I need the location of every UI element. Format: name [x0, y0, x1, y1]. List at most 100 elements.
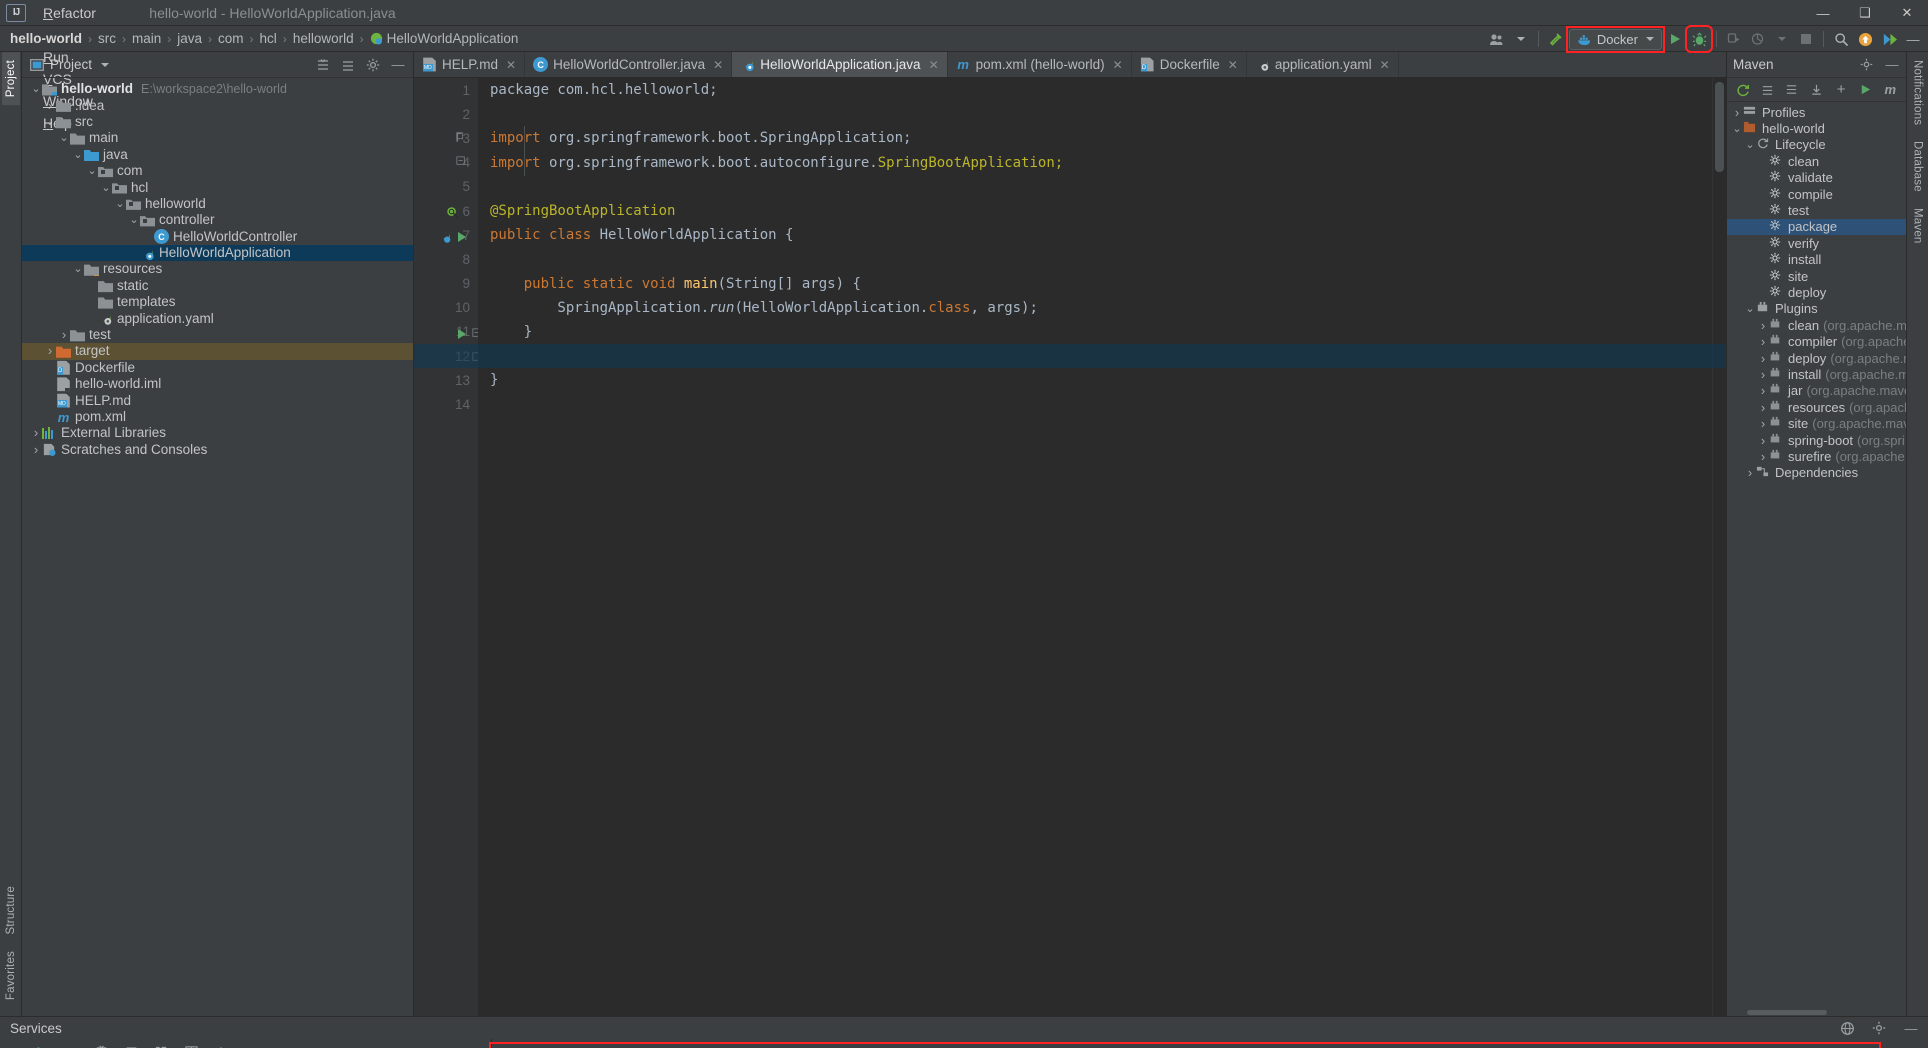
chevron-down-icon[interactable]: [1510, 28, 1532, 50]
maven-item-site[interactable]: ›site(org.apache.mave: [1727, 415, 1906, 431]
tree-item-controller[interactable]: ⌄controller: [22, 212, 413, 228]
tree-item-helloworldapplication[interactable]: HelloWorldApplication: [22, 245, 413, 261]
breadcrumb-item-src[interactable]: src: [98, 31, 116, 46]
chevron-down-icon[interactable]: ⌄: [86, 168, 98, 174]
chevron-right-icon[interactable]: ›: [1757, 318, 1769, 333]
search-icon[interactable]: [1830, 28, 1852, 50]
maven-item-clean[interactable]: clean: [1727, 153, 1906, 169]
project-tree[interactable]: ⌄hello-worldE:\workspace2\hello-world›.i…: [22, 78, 413, 1016]
hide-panel-icon[interactable]: —: [1900, 1017, 1922, 1039]
chevron-right-icon[interactable]: ›: [30, 442, 42, 458]
collapse-all-icon[interactable]: [1758, 79, 1778, 101]
chevron-right-icon[interactable]: ›: [1744, 465, 1756, 480]
code-line[interactable]: [490, 247, 1712, 271]
tree-item-templates[interactable]: templates: [22, 294, 413, 310]
maven-item-profiles[interactable]: ›Profiles: [1727, 104, 1906, 120]
maven-item-resources[interactable]: ›resources(org.apach: [1727, 399, 1906, 415]
close-button[interactable]: ✕: [1886, 0, 1928, 26]
chevron-right-icon[interactable]: ›: [1757, 383, 1769, 398]
maven-item-install[interactable]: ›install(org.apache.ma: [1727, 366, 1906, 382]
editor-gutter[interactable]: 1234567891011121314: [414, 78, 478, 1016]
scrollbar-thumb[interactable]: [1715, 82, 1724, 172]
code-line[interactable]: package com.hcl.helloworld;: [490, 78, 1712, 102]
close-icon[interactable]: ✕: [929, 58, 939, 72]
maximize-button[interactable]: ❑: [1844, 0, 1886, 26]
expand-all-icon[interactable]: [312, 54, 334, 76]
chevron-right-icon[interactable]: ›: [30, 425, 42, 441]
chevron-down-icon-2[interactable]: [1771, 28, 1793, 50]
maven-item-compiler[interactable]: ›compiler(org.apache: [1727, 333, 1906, 349]
maven-m-icon[interactable]: m: [1880, 79, 1900, 101]
chevron-right-icon[interactable]: ›: [1757, 433, 1769, 448]
editor-tab-dockerfile[interactable]: DDockerfile✕: [1132, 52, 1247, 77]
tree-item-scratches-and-consoles[interactable]: ›Scratches and Consoles: [22, 442, 413, 458]
sidebar-item-notifications[interactable]: Notifications: [1909, 52, 1927, 133]
code-line[interactable]: public static void main(String[] args) {: [490, 272, 1712, 296]
maven-item-test[interactable]: test: [1727, 202, 1906, 218]
maven-item-deploy[interactable]: ›deploy(org.apache.m: [1727, 350, 1906, 366]
minimize-button[interactable]: —: [1802, 0, 1844, 26]
editor-tab-application-yaml[interactable]: application.yaml✕: [1247, 52, 1399, 77]
settings-globe-icon[interactable]: [1836, 1017, 1858, 1039]
rerun-icon[interactable]: [1723, 28, 1745, 50]
tree-item-help-md[interactable]: MDHELP.md: [22, 392, 413, 408]
maven-tree[interactable]: ›Profiles⌄hello-world⌄Lifecyclecleanvali…: [1727, 102, 1906, 1008]
chevron-right-icon[interactable]: ›: [1731, 105, 1743, 120]
editor-scrollbar[interactable]: [1712, 78, 1726, 1016]
sidebar-item-favorites[interactable]: Favorites: [2, 943, 20, 1008]
hide-panel-icon[interactable]: —: [1881, 54, 1903, 76]
run-configuration-selector[interactable]: Docker: [1569, 29, 1662, 50]
tree-item-test[interactable]: ›test: [22, 327, 413, 343]
maven-item-hello-world[interactable]: ⌄hello-world: [1727, 120, 1906, 136]
chevron-right-icon[interactable]: ›: [1757, 400, 1769, 415]
chevron-down-icon[interactable]: ⌄: [100, 185, 112, 191]
hide-panel-icon[interactable]: —: [387, 54, 409, 76]
sidebar-item-maven[interactable]: Maven: [1909, 200, 1927, 252]
run-gutter-icon-9[interactable]: [456, 328, 468, 343]
tree-item-external-libraries[interactable]: ›External Libraries: [22, 425, 413, 441]
filter-icon[interactable]: [120, 1040, 142, 1048]
editor-tab-help-md[interactable]: MDHELP.md✕: [414, 52, 525, 77]
user-icon[interactable]: [1486, 28, 1508, 50]
tree-item-target[interactable]: ›target: [22, 343, 413, 359]
chevron-right-icon[interactable]: ›: [1757, 367, 1769, 382]
close-icon[interactable]: ✕: [506, 58, 516, 72]
maven-item-site[interactable]: site: [1727, 268, 1906, 284]
hammer-icon[interactable]: [1545, 28, 1567, 50]
maven-item-plugins[interactable]: ⌄Plugins: [1727, 301, 1906, 317]
chevron-right-icon[interactable]: ›: [58, 327, 70, 343]
collapse-all-icon[interactable]: [337, 54, 359, 76]
breadcrumb-item-hcl[interactable]: hcl: [260, 31, 277, 46]
add-maven-project-icon[interactable]: +: [1831, 79, 1851, 101]
code-line[interactable]: [490, 344, 1712, 368]
sidebar-item-database[interactable]: Database: [1909, 133, 1927, 200]
code-line[interactable]: public class HelloWorldApplication {: [490, 223, 1712, 247]
code-line[interactable]: @SpringBootApplication: [490, 199, 1712, 223]
tree-item-helloworld[interactable]: ⌄helloworld: [22, 196, 413, 212]
code-line[interactable]: import org.springframework.boot.autoconf…: [490, 151, 1712, 175]
spring-bean-gutter-icon[interactable]: [446, 206, 459, 222]
maven-item-verify[interactable]: verify: [1727, 235, 1906, 251]
chevron-down-icon[interactable]: ⌄: [72, 266, 84, 272]
breadcrumb-item-hello-world[interactable]: hello-world: [10, 31, 82, 46]
gear-icon[interactable]: [1855, 54, 1877, 76]
editor-tab-pom-xml-hello-world-[interactable]: mpom.xml (hello-world)✕: [948, 52, 1132, 77]
breadcrumb-item-helloworldapplication[interactable]: HelloWorldApplication: [370, 31, 519, 46]
code-line[interactable]: import org.springframework.boot.SpringAp…: [490, 126, 1712, 150]
code-line[interactable]: }: [490, 368, 1712, 392]
chevron-down-icon[interactable]: ⌄: [1744, 306, 1756, 312]
tree-item-static[interactable]: static: [22, 278, 413, 294]
chevron-down-icon[interactable]: ⌄: [1731, 126, 1743, 132]
breadcrumb-item-java[interactable]: java: [177, 31, 202, 46]
maven-horizontal-scrollbar[interactable]: [1727, 1008, 1906, 1016]
tree-item-application-yaml[interactable]: application.yaml: [22, 310, 413, 326]
chevron-right-icon[interactable]: ›: [1757, 334, 1769, 349]
tree-item-helloworldcontroller[interactable]: CHelloWorldController: [22, 229, 413, 245]
maven-item-package[interactable]: package: [1727, 219, 1906, 235]
maven-item-jar[interactable]: ›jar(org.apache.mave: [1727, 383, 1906, 399]
code-line[interactable]: SpringApplication.run(HelloWorldApplicat…: [490, 296, 1712, 320]
maven-item-clean[interactable]: ›clean(org.apache.ma: [1727, 317, 1906, 333]
chevron-down-icon[interactable]: ⌄: [114, 201, 126, 207]
add-service-icon[interactable]: +: [210, 1040, 232, 1048]
chevron-right-icon[interactable]: ›: [1757, 449, 1769, 464]
